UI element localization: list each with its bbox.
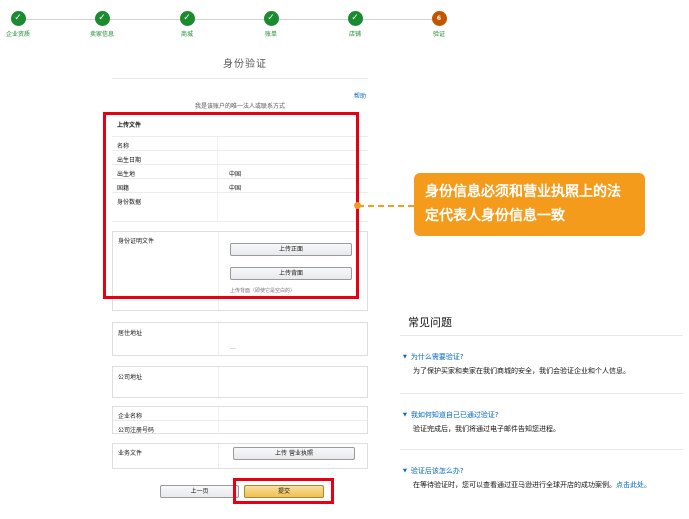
field-row-company-name: 企业名称: [113, 407, 367, 421]
faq-question-text: 为什么需要验证?: [410, 353, 464, 361]
highlight-box-identity: [103, 112, 359, 299]
faq-question[interactable]: ▼ 我如何知道自己已通过验证?: [403, 410, 683, 420]
field-label: 公司注册号码: [118, 427, 155, 434]
step-label: 验证: [432, 31, 445, 38]
faq-question[interactable]: ▼ 验证后该怎么办?: [403, 466, 683, 476]
step-label: 商城: [180, 31, 193, 38]
page-title: 身份验证: [223, 59, 267, 70]
faq-title: 常见问题: [408, 316, 452, 329]
company-info-section: 企业名称 公司注册号码: [112, 406, 368, 434]
caret-down-icon: ▼: [403, 412, 407, 418]
faq-item: ▼ 我如何知道自己已通过验证? 验证完成后，我们将通过电子邮件告知您进程。: [403, 410, 683, 435]
divider: [400, 449, 683, 450]
highlight-box-submit: [233, 478, 334, 504]
faq-question[interactable]: ▼ 为什么需要验证?: [403, 352, 683, 362]
intro-text: 我是该账户的唯一法人或联系方式: [194, 103, 285, 110]
step-label: 卖家信息: [89, 31, 114, 38]
callout-connector: [358, 205, 414, 207]
back-button[interactable]: 上一页: [160, 485, 239, 498]
step-label: 店铺: [348, 31, 361, 38]
faq-item: ▼ 验证后该怎么办? 在等待验证时，您可以查看通过亚马逊进行全球开店的成功案例。点…: [403, 466, 683, 491]
company-address-label: 公司地址: [118, 374, 143, 381]
company-address-section: 公司地址: [112, 366, 368, 398]
caret-down-icon: ▼: [403, 468, 407, 474]
residence-section: 居住地址 …: [112, 322, 368, 356]
divider: [400, 335, 683, 336]
step-5[interactable]: ✓ 店铺: [325, 11, 385, 38]
cell-divider: [218, 444, 219, 468]
help-link[interactable]: 帮助: [354, 91, 366, 100]
business-docs-section: 业务文件 上传 营业执照: [112, 443, 368, 469]
faq-answer-text: 在等待验证时，您可以查看通过亚马逊进行全球开店的成功案例。: [413, 481, 616, 489]
step-1[interactable]: ✓ 企业资质: [0, 11, 48, 38]
step-number-badge: 6: [431, 11, 447, 26]
faq-answer: 在等待验证时，您可以查看通过亚马逊进行全球开店的成功案例。点击此处。: [413, 480, 683, 491]
step-6-current[interactable]: 6 验证: [409, 11, 469, 38]
check-icon: ✓: [347, 11, 363, 26]
click-here-link[interactable]: 点击此处。: [616, 481, 651, 489]
step-label: 企业资质: [5, 31, 30, 38]
progress-stepper: ✓ 企业资质 ✓ 卖家信息 ✓ 商城 ✓ 账单 ✓ 店铺 6 验证: [0, 0, 689, 40]
check-icon: ✓: [94, 11, 110, 26]
residence-label: 居住地址: [118, 330, 143, 337]
divider: [112, 78, 368, 79]
cell-divider: [218, 323, 219, 355]
cell-divider: [218, 367, 219, 397]
faq-question-text: 我如何知道自己已通过验证?: [410, 411, 499, 419]
caret-down-icon: ▼: [403, 354, 407, 360]
upload-license-button[interactable]: 上传 营业执照: [233, 447, 355, 460]
business-docs-label: 业务文件: [118, 450, 143, 457]
step-3[interactable]: ✓ 商城: [157, 11, 217, 38]
faq-question-text: 验证后该怎么办?: [410, 467, 464, 475]
cell-divider: [218, 407, 219, 421]
step-label: 账单: [264, 31, 277, 38]
field-row-company-reg: 公司注册号码: [113, 420, 367, 434]
check-icon: ✓: [263, 11, 279, 26]
residence-value: …: [230, 344, 236, 351]
cell-divider: [218, 421, 219, 434]
step-4[interactable]: ✓ 账单: [241, 11, 301, 38]
step-2[interactable]: ✓ 卖家信息: [72, 11, 132, 38]
faq-item: ▼ 为什么需要验证? 为了保护买家和卖家在我们商城的安全，我们会验证企业和个人信息…: [403, 352, 683, 377]
field-label: 企业名称: [118, 413, 143, 420]
faq-answer: 验证完成后，我们将通过电子邮件告知您进程。: [413, 425, 560, 433]
faq-answer: 为了保护买家和卖家在我们商城的安全，我们会验证企业和个人信息。: [413, 367, 630, 375]
check-icon: ✓: [179, 11, 195, 26]
annotation-callout: 身份信息必须和营业执照上的法定代表人身份信息一致: [414, 173, 645, 236]
check-icon: ✓: [10, 11, 26, 26]
divider: [400, 393, 683, 394]
